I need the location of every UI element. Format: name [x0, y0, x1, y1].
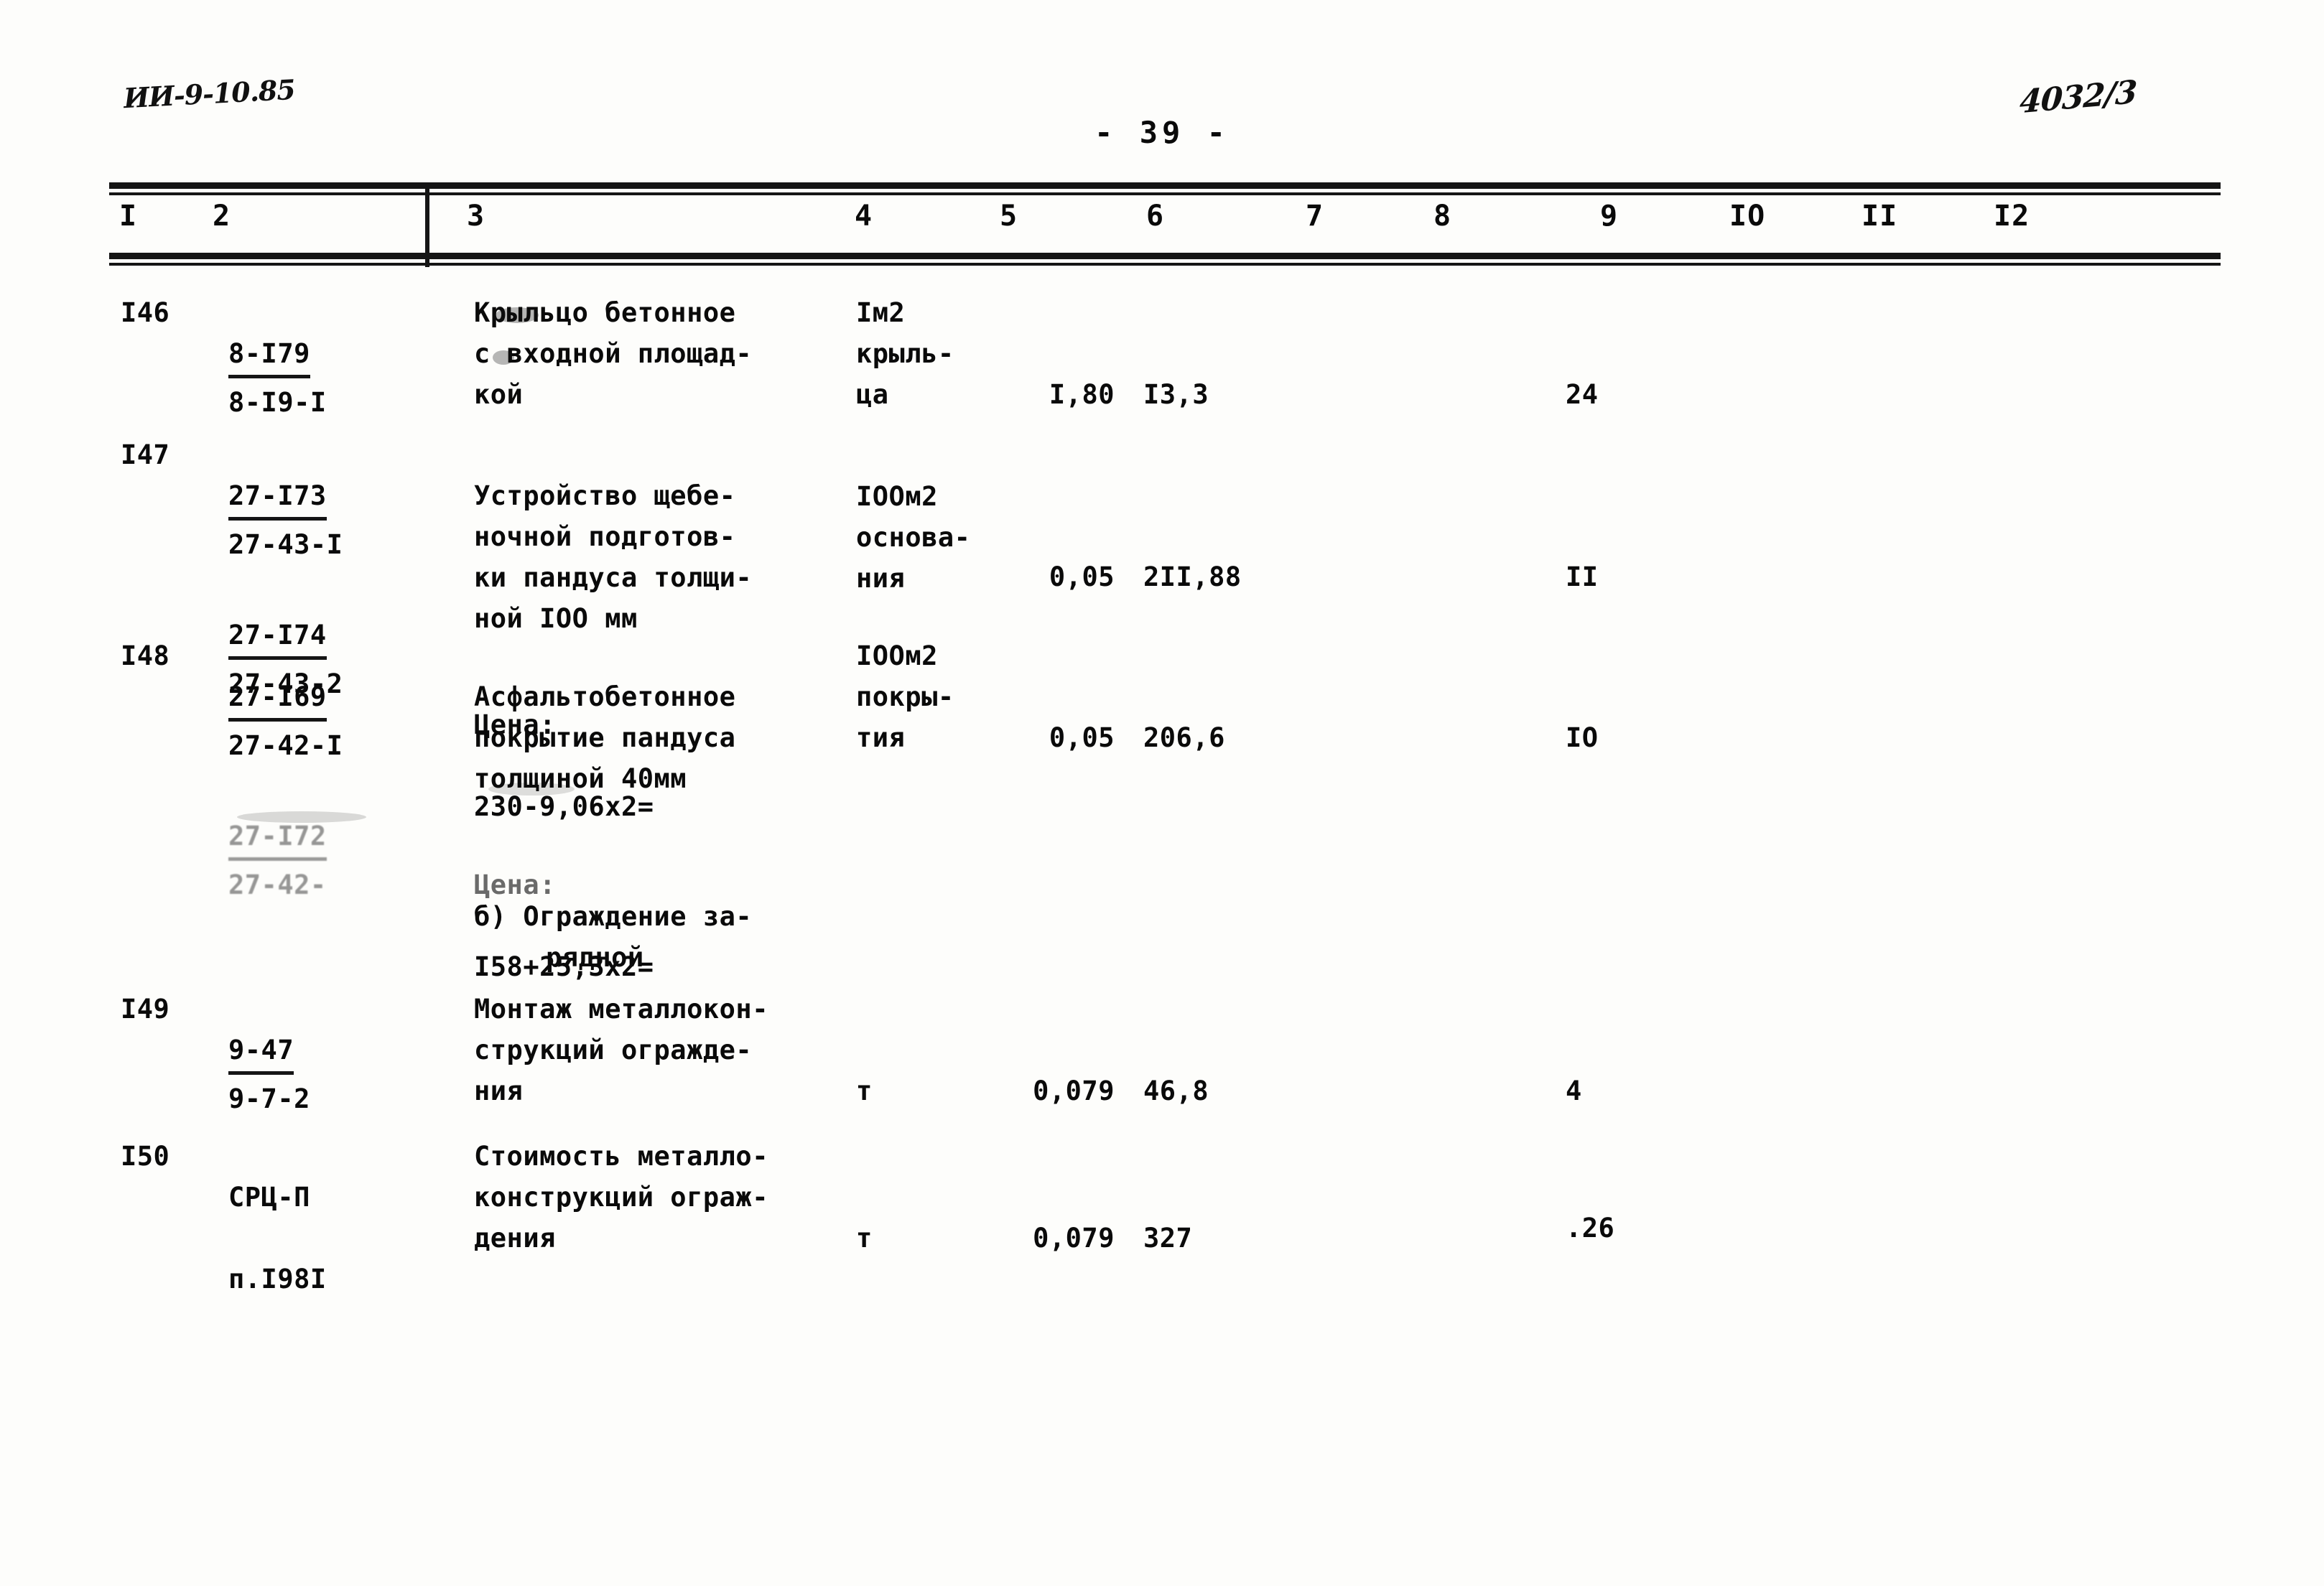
column-header-1: I	[119, 200, 138, 233]
code-top: СРЦ-П	[228, 1182, 310, 1213]
section-heading-row: б) Ограждение за- рядной	[0, 836, 2324, 980]
document-page: ИИ-9-10.85 4032/3 - 39 - I 2 3 4 5 6 7 8…	[0, 0, 2324, 1586]
row-number: I48	[121, 640, 170, 671]
row-code: СРЦ-П п.I98I	[228, 1136, 408, 1340]
row-col9: II	[1566, 561, 1599, 592]
section-heading-line1: б) Ограждение за-	[474, 901, 753, 932]
row-number: I47	[121, 439, 170, 470]
row-number: I49	[121, 994, 170, 1025]
table-row: I49 9-47 9-7-2 Монтаж металлокон- струкц…	[0, 980, 2324, 1127]
column-header-2: 2	[213, 200, 231, 233]
row-quantity: 0,079	[1033, 1076, 1115, 1106]
row-description: Монтаж металлокон- струкций огражде- ния	[474, 994, 768, 1106]
description-text: Устройство щебе- ночной подготов- ки пан…	[474, 480, 753, 634]
row-quantity: 0,079	[1033, 1223, 1115, 1254]
description-text: Асфальтобетонное покрытие пандуса толщин…	[474, 681, 736, 794]
row-number: I46	[121, 297, 170, 328]
code-top: 27-I69	[228, 676, 327, 722]
handwritten-note-right: 4032/3	[2018, 73, 2138, 121]
section-heading-line2: рядной	[546, 942, 644, 973]
code-bottom: 27-42-I	[228, 730, 343, 761]
code-bottom: 9-7-2	[228, 1083, 310, 1114]
row-col9: 4	[1566, 1076, 1582, 1106]
row-quantity: I,80	[1049, 379, 1115, 410]
row-description: Стоимость металло- конструкций ограж- де…	[474, 1141, 768, 1254]
table-body: I46 8-I79 8-I9-I Крыльцо бетонное с вход…	[0, 284, 2324, 1295]
table-row: I46 8-I79 8-I9-I Крыльцо бетонное с вход…	[0, 284, 2324, 418]
column-header-10: IO	[1729, 200, 1766, 233]
table-row: I47 27-I73 27-43-I 27-I74 27-43-2 Устрой…	[0, 413, 2324, 822]
table-row: I50 СРЦ-П п.I98I Стоимость металло- конс…	[0, 1127, 2324, 1295]
row-col9: 24	[1566, 379, 1599, 410]
code-top: 8-I79	[228, 333, 310, 378]
row-price: 2II,88	[1143, 561, 1242, 592]
column-header-4: 4	[855, 200, 873, 233]
row-description: Крыльцо бетонное с входной площад- кой	[474, 297, 753, 410]
row-number: I50	[121, 1141, 170, 1172]
column-header-8: 8	[1433, 200, 1452, 233]
page-number: - 39 -	[1094, 115, 1230, 150]
row-unit: Iм2 крыль- ца	[856, 297, 954, 410]
row-price: 327	[1143, 1223, 1193, 1254]
code-bottom: 27-43-I	[228, 529, 343, 560]
row-unit: IOOм2 покры- тия	[856, 640, 954, 753]
table-column-headers: I 2 3 4 5 6 7 8 9 IO II I2	[0, 200, 2324, 250]
row-col9: IO	[1566, 722, 1599, 753]
row-unit: т	[856, 1076, 873, 1106]
column-header-5: 5	[1000, 200, 1018, 233]
column-header-12: I2	[1994, 200, 2030, 233]
row-price: I3,3	[1143, 379, 1209, 410]
row-price: 46,8	[1143, 1076, 1209, 1106]
code-bottom: п.I98I	[228, 1264, 327, 1295]
row-unit: т	[856, 1223, 873, 1254]
code-top: 9-47	[228, 1030, 294, 1075]
column-header-7: 7	[1306, 200, 1324, 233]
column-header-9: 9	[1600, 200, 1619, 233]
row-quantity: 0,05	[1049, 561, 1115, 592]
handwritten-note-left: ИИ-9-10.85	[122, 73, 296, 115]
row-price: 206,6	[1143, 722, 1225, 753]
row-quantity: 0,05	[1049, 722, 1115, 753]
row-unit: IOOм2 основа- ния	[856, 481, 971, 594]
code-top: 27-I73	[228, 475, 327, 521]
column-header-6: 6	[1146, 200, 1165, 233]
table-row: I48 27-I69 27-42-I 27-I72 27-42- Асфальт…	[0, 621, 2324, 982]
column-header-11: II	[1861, 200, 1898, 233]
column-header-3: 3	[467, 200, 485, 233]
row-col9: .26	[1566, 1213, 1615, 1244]
